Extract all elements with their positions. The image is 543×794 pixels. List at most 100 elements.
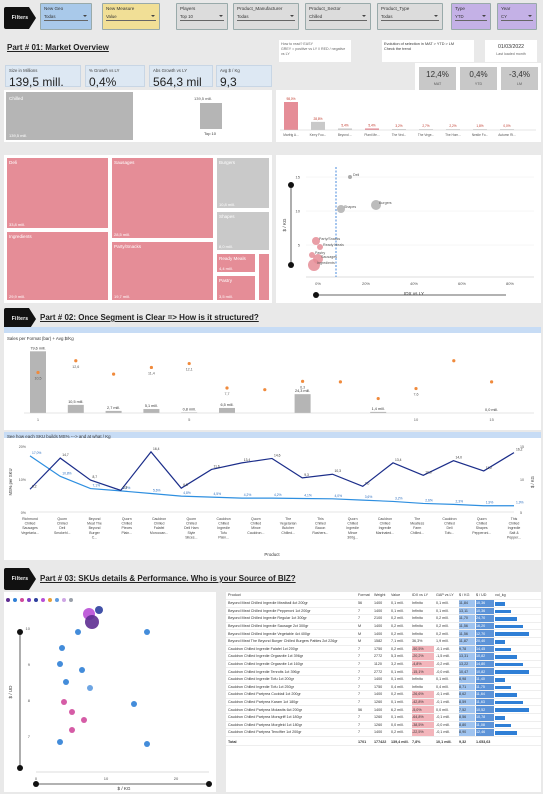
table-cell: 1.653,63	[476, 740, 491, 745]
scatter-ytick: 5	[298, 243, 301, 248]
treemap-value: 28,5 mill.	[114, 232, 131, 237]
table-row[interactable]: Cauldron Chilled Ingredie Orgasnite 1ct …	[226, 660, 541, 669]
sku-point	[144, 629, 150, 635]
table-row[interactable]: Cauldron Chilled Ingredie Tenrolts 1ct 3…	[226, 668, 541, 676]
vol-bar	[495, 662, 523, 667]
table-cell: 0,1 mill.	[436, 608, 449, 613]
table-row[interactable]: Cauldron Chilled Partyrea Karam 1ct 180g…	[226, 698, 541, 707]
table-cell: M	[358, 624, 362, 629]
chilled-block[interactable]: Chilled 139,5 mill.	[6, 92, 133, 140]
table-row[interactable]: Beyond Meat The Beyond Burger Chilled Bu…	[226, 638, 541, 646]
ms-label: 3,6%	[365, 495, 373, 499]
slicer-value[interactable]: Todas	[381, 14, 439, 21]
table-cell: 1701	[358, 740, 367, 745]
part1-title: Part # 01: Market Overview	[7, 43, 109, 52]
part3-filters-button[interactable]: Filters	[4, 568, 36, 590]
legend-swatch	[27, 598, 31, 602]
table-cell: 10,36	[476, 600, 494, 607]
sku-point	[59, 645, 65, 651]
table-cell: -22,5%	[412, 729, 434, 736]
slicer-type[interactable]: Type YTD	[451, 3, 491, 30]
vol-bar	[495, 685, 511, 690]
product-tick-label: C...	[92, 535, 97, 539]
treemap-tile-shapes[interactable]: Shapes 8,0 mill.	[216, 211, 270, 251]
treemap-tile-ingredients[interactable]: Ingredients 29,9 mill.	[6, 231, 109, 301]
vol-bar	[495, 716, 505, 720]
ms-label: 1,9%	[486, 501, 494, 505]
treemap-tile-ready-meals[interactable]: Ready Meals 4,4 mill.	[216, 253, 256, 273]
product-tick-label: Chilled	[380, 522, 391, 526]
slicer-value[interactable]: Todas	[237, 14, 295, 21]
slicer-value[interactable]: Chilled	[309, 14, 367, 21]
table-row[interactable]: Cauldron Chilled Ingredie Falafel 1ct 20…	[226, 645, 541, 654]
table-row[interactable]: Beyond Meat Chilled Ingredie Sausage 2ct…	[226, 622, 541, 631]
ms-label: 7,1%	[93, 484, 101, 488]
table-row[interactable]: Cauldron Chilled Partyrea Molawits 6ct 2…	[226, 706, 541, 714]
slicer-new-geo[interactable]: New Geo Todas	[40, 3, 92, 30]
table-row[interactable]: Cauldron Chilled Partyrea Morgfeld 1ct 1…	[226, 721, 541, 730]
product-tick-label: Chilled	[57, 522, 68, 526]
format-bar	[219, 407, 235, 413]
treemap-tile-other[interactable]	[258, 253, 270, 301]
ms-label: 3,2%	[395, 496, 403, 500]
treemap-tile-deli[interactable]: Deli 33,8 mill.	[6, 157, 109, 229]
table-cell: 0,0 mill.	[436, 707, 449, 712]
table-cell: 0,1 mill.	[391, 669, 404, 674]
table-cell: 13,22	[459, 660, 475, 668]
treemap-tile-pastry[interactable]: Pastry 3,5 mill.	[216, 275, 256, 301]
manufacturer-value: 98,0%	[286, 97, 295, 101]
table-cell: 0,2 mill.	[391, 692, 404, 697]
table-row[interactable]: Cauldron Chilled Partyrea Cocktail 1ct 2…	[226, 691, 541, 699]
slicer-value[interactable]: Todas	[44, 14, 88, 21]
kpi-card: Abs Growth vs LY 564,3 mil	[149, 65, 213, 89]
table-row[interactable]: Beyond Meat Chilled Ingredie Meatball 4c…	[226, 600, 541, 608]
table-row[interactable]: Cauldron Chilled Partyrea Morsgriff 1ct …	[226, 714, 541, 722]
price-label: 16,2	[516, 448, 523, 452]
table-cell: 1750	[374, 646, 383, 651]
treemap-tile-party-snacks[interactable]: Party/Snacks 19,7 mill.	[111, 241, 214, 301]
slicer-value[interactable]: Top 10	[180, 14, 224, 21]
scatter-point-label: Party/Snacks	[319, 237, 340, 241]
ms-label: 4,1%	[304, 493, 312, 497]
table-row[interactable]: Beyond Meat Chilled Ingredie Regular 1ct…	[226, 615, 541, 623]
table-row[interactable]: Cauldron Chilled Partyrea Tenclfter 1ct …	[226, 729, 541, 737]
sku-scatter-xlabel: $ / KG	[117, 786, 130, 791]
sku-point	[79, 667, 85, 673]
slicer-year[interactable]: Year CY	[497, 3, 537, 30]
slicer-product-sector[interactable]: Product_Sector Chilled	[305, 3, 371, 30]
table-row[interactable]: Cauldron Chilled Ingredie Tofu 1ct 250gr…	[226, 683, 541, 692]
treemap-tile-burgers[interactable]: Burgers 10,8 mill.	[216, 157, 270, 209]
segment-treemap: Deli 33,8 mill. Ingredients 29,9 mill. Sausa…	[4, 155, 272, 303]
slicer-value[interactable]: YTD	[455, 14, 487, 21]
format-bar-label: 10,5 mill.	[68, 400, 83, 404]
table-cell: M	[358, 639, 362, 644]
table-cell: 8,71	[459, 683, 475, 691]
product-tick-label: Chilled	[347, 522, 358, 526]
table-row[interactable]: Beyond Meat Chilled Ingredie Pepperoni 1…	[226, 607, 541, 616]
slicer-product-manufacturer[interactable]: Product_Manufacturer Todas	[233, 3, 299, 30]
scatter-point-label: Sausages	[321, 255, 337, 259]
table-row[interactable]: Cauldron Chilled Ingredie Orgasnite 1ct …	[226, 653, 541, 661]
product-tick-label: Meatless	[410, 522, 424, 526]
top10-bar[interactable]	[200, 103, 222, 129]
table-cell: 7	[358, 722, 361, 727]
product-tick-label: Plain...	[218, 535, 229, 539]
table-cell: -0,0 mill.	[436, 722, 450, 727]
treemap-tile-sausages[interactable]: Sausages 28,5 mill.	[111, 157, 214, 239]
slicer-value[interactable]: Value	[106, 14, 156, 21]
filters-button[interactable]: Filters	[4, 7, 36, 29]
table-cell: Format	[358, 593, 370, 598]
slicer-product-type[interactable]: Product_Type Todas	[377, 3, 443, 30]
treemap-label: Deli	[9, 160, 17, 165]
vol-bar	[495, 723, 511, 728]
slicer-players[interactable]: Players Top 10	[176, 3, 228, 30]
table-cell: -0,0 mill.	[436, 669, 450, 674]
product-tick-label: Ingredie	[379, 526, 392, 530]
slicer-value[interactable]: CY	[501, 14, 533, 21]
slicer-new-measure[interactable]: New Measure Value	[102, 3, 160, 30]
vol-bar	[495, 700, 523, 705]
ms-label: 17,0%	[32, 451, 41, 455]
table-row[interactable]: Cauldron Chilled Ingredie Tofu 1ct 200gr…	[226, 676, 541, 684]
table-row[interactable]: Beyond Meat Chilled Ingredie Vegetable 4…	[226, 630, 541, 638]
table-cell: vol_kg	[495, 593, 506, 598]
